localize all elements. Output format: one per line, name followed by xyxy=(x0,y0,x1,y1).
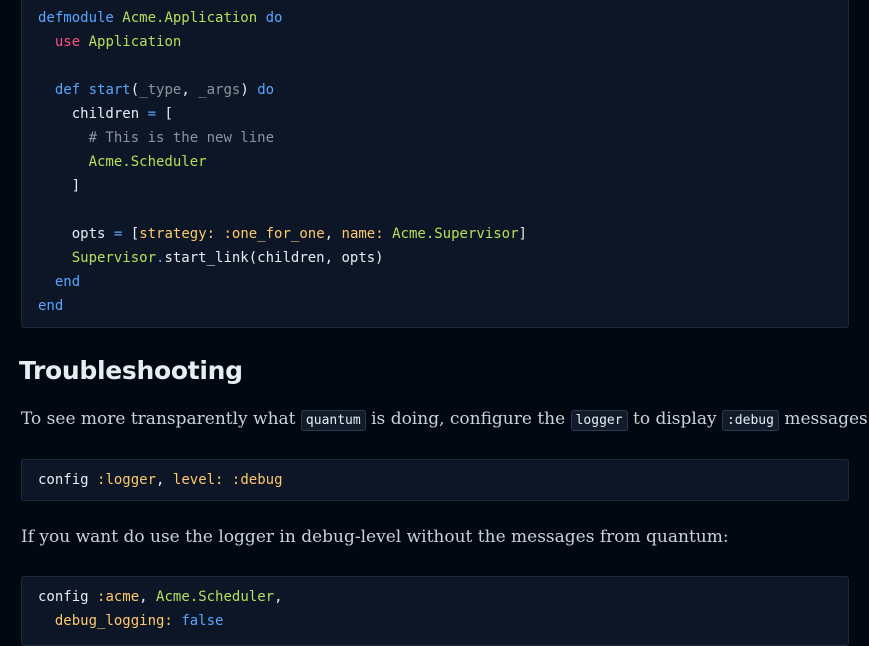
inline-code: logger xyxy=(570,410,628,431)
code-arg: _type xyxy=(139,82,182,98)
code-line: end xyxy=(38,270,527,294)
paragraph-debug-level: If you want do use the logger in debug-l… xyxy=(21,527,729,547)
code-line: config :acme, Acme.Scheduler, xyxy=(38,585,283,609)
code-punct: , xyxy=(324,226,334,242)
code-keyword: def xyxy=(54,82,81,98)
code-line: Acme.Scheduler xyxy=(38,150,527,174)
code-module: Acme.Supervisor xyxy=(392,226,519,242)
code-content: config :logger, level: :debug xyxy=(38,468,283,492)
code-module: Acme.Application xyxy=(122,10,258,26)
code-comment: # This is the new line xyxy=(88,130,275,146)
code-keyword-use: use xyxy=(54,34,81,50)
code-keyword: do xyxy=(265,10,283,26)
code-call: config xyxy=(38,589,89,605)
code-punct: ( xyxy=(130,82,140,98)
code-atom-key: name: xyxy=(341,226,384,242)
code-content: defmodule Acme.Application do use Applic… xyxy=(38,6,527,318)
code-operator: = xyxy=(113,226,123,242)
code-punct: ] xyxy=(71,178,81,194)
code-line: use Application xyxy=(38,30,527,54)
code-atom: :acme xyxy=(97,589,140,605)
code-keyword: end xyxy=(38,298,64,314)
code-line: ] xyxy=(38,174,527,198)
code-content: config :acme, Acme.Scheduler, debug_logg… xyxy=(38,585,283,633)
code-function: start xyxy=(88,82,131,98)
text: is doing, configure the xyxy=(371,409,566,429)
code-arg: _args xyxy=(198,82,241,98)
code-keyword: do xyxy=(257,82,275,98)
code-atom-key: debug_logging: xyxy=(54,613,173,629)
code-keyword: end xyxy=(54,274,81,290)
code-atom-key: strategy: xyxy=(139,226,216,242)
code-punct: ) xyxy=(240,82,249,98)
code-module: Acme.Scheduler xyxy=(88,154,207,170)
code-boolean: false xyxy=(181,613,224,629)
section-heading-troubleshooting: Troubleshooting xyxy=(19,356,243,385)
code-line: defmodule Acme.Application do xyxy=(38,6,527,30)
text: To see more transparently what xyxy=(21,409,296,429)
code-punct: [ xyxy=(164,106,173,122)
inline-code: quantum xyxy=(300,410,366,431)
code-punct: , xyxy=(139,589,148,605)
code-var: opts xyxy=(71,226,106,242)
code-atom: :one_for_one xyxy=(223,226,325,242)
code-module: Acme.Scheduler xyxy=(156,589,275,605)
code-block-acme-config: config :acme, Acme.Scheduler, debug_logg… xyxy=(21,576,849,646)
code-var: children xyxy=(71,106,140,122)
code-punct: , xyxy=(181,82,199,98)
code-module: Application xyxy=(88,34,182,50)
code-line: def start(_type, _args) do xyxy=(38,78,527,102)
text: to display xyxy=(632,409,717,429)
code-punct: ] xyxy=(518,226,527,242)
code-punct: , xyxy=(156,472,165,488)
code-keyword: defmodule xyxy=(38,10,114,26)
code-operator: = xyxy=(147,106,157,122)
code-line: end xyxy=(38,294,527,318)
code-atom: :logger xyxy=(97,472,157,488)
code-line: # This is the new line xyxy=(38,126,527,150)
code-block-logger-config: config :logger, level: :debug xyxy=(21,459,849,501)
code-line: opts = [strategy: :one_for_one, name: Ac… xyxy=(38,222,527,246)
code-punct: [ xyxy=(130,226,140,242)
code-block-application: defmodule Acme.Application do use Applic… xyxy=(21,0,849,328)
inline-code: :debug xyxy=(721,410,779,431)
paragraph-troubleshooting: To see more transparently what quantum i… xyxy=(21,409,869,431)
code-call: config xyxy=(38,472,89,488)
code-line: children = [ xyxy=(38,102,527,126)
code-module: Supervisor xyxy=(71,250,157,266)
text: messages. xyxy=(784,409,869,429)
code-line: config :logger, level: :debug xyxy=(38,468,283,492)
code-atom-key: level: xyxy=(172,472,224,488)
code-line: debug_logging: false xyxy=(38,609,283,633)
code-call: start_link(children, opts) xyxy=(164,250,384,266)
code-line: Supervisor.start_link(children, opts) xyxy=(38,246,527,270)
code-punct: , xyxy=(274,589,283,605)
code-atom: :debug xyxy=(231,472,283,488)
